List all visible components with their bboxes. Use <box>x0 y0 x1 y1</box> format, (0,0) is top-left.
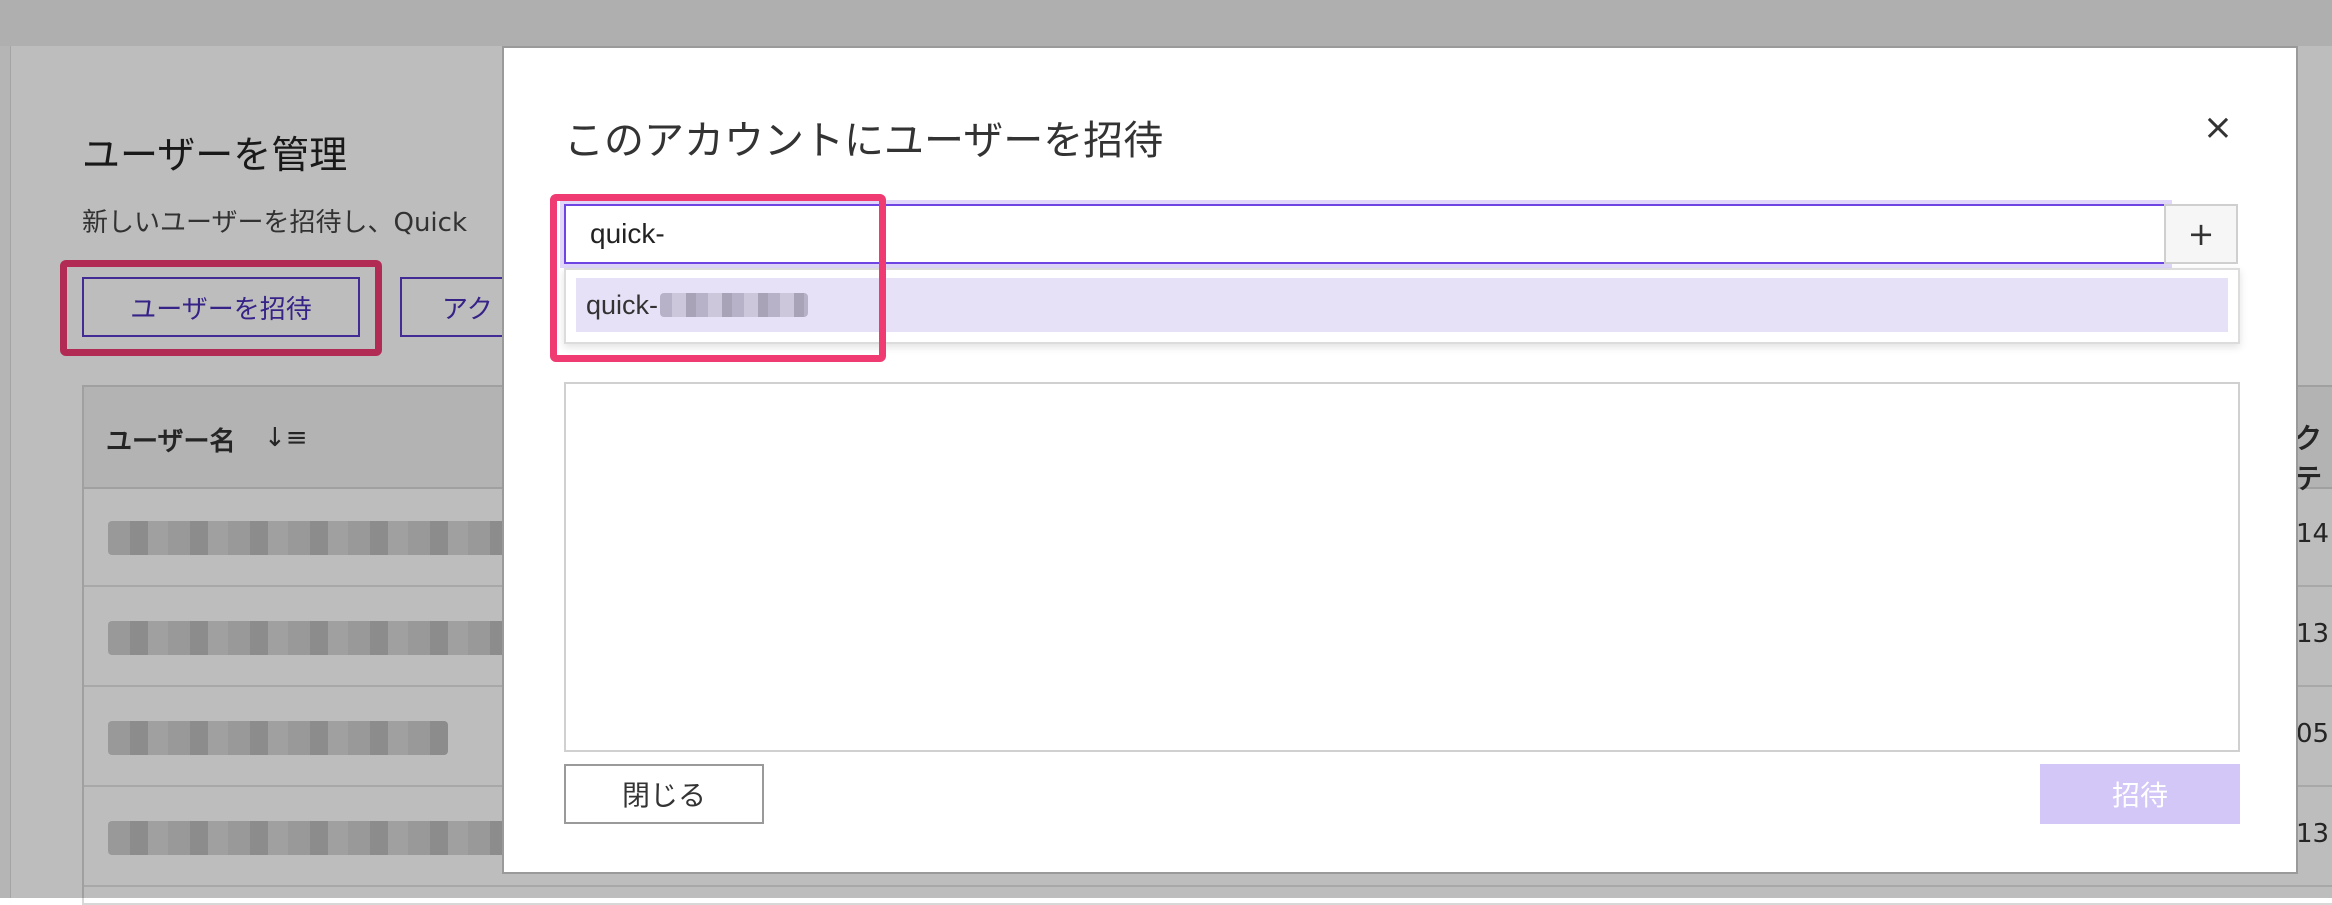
selected-users-area <box>564 382 2240 752</box>
invite-submit-button[interactable]: 招待 <box>2040 764 2240 824</box>
modal-title: このアカウントにユーザーを招待 <box>564 118 1164 164</box>
highlight-box-search <box>550 194 886 362</box>
close-button[interactable]: 閉じる <box>564 764 764 824</box>
close-icon[interactable]: × <box>2196 106 2240 150</box>
invite-users-modal: このアカウントにユーザーを招待 × + quick- 閉じる 招待 <box>502 46 2298 874</box>
add-user-button[interactable]: + <box>2164 204 2238 264</box>
